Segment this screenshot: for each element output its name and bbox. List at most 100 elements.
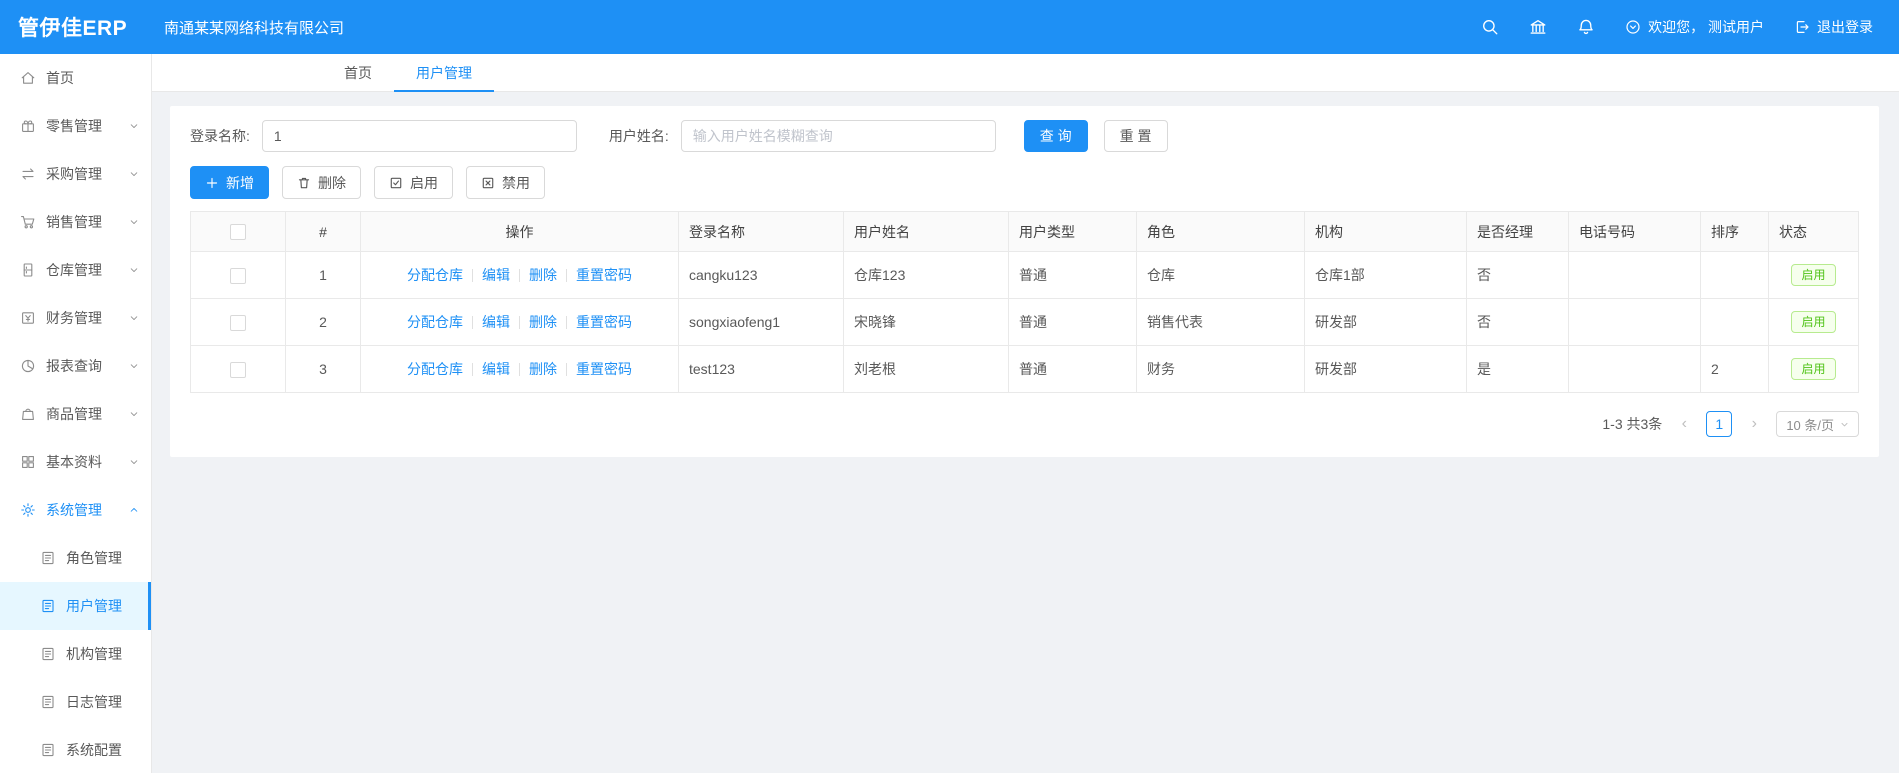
users-table: # 操作 登录名称 用户姓名 用户类型 角色 机构 是否经理 电话号码 排序 状 [190,211,1859,393]
sidebar-item-label: 用户管理 [66,598,122,614]
delete-link[interactable]: 删除 [529,314,557,330]
sidebar-item-label: 基本资料 [46,454,102,470]
tab-user-mgmt[interactable]: 用户管理 [394,54,494,92]
bank-icon[interactable] [1529,18,1547,36]
plus-icon [206,177,218,188]
add-label: 新增 [226,174,254,191]
chevron-down-icon [129,121,139,131]
delete-link[interactable]: 删除 [529,267,557,283]
reset-password-link[interactable]: 重置密码 [576,314,632,330]
sidebar-item-label: 首页 [46,70,74,86]
assign-warehouse-link[interactable]: 分配仓库 [407,361,463,377]
search-icon[interactable] [1481,18,1499,36]
user-name-input[interactable] [680,120,996,152]
table-row: 1 分配仓库 编辑 删除 重置密码 cangku123 仓库123 普通 仓库 仓库1… [190,251,1859,299]
table-row: 2 分配仓库 编辑 删除 重置密码 songxiaofeng1 宋晓锋 普通 销售代表… [190,298,1859,346]
sidebar-item-label: 角色管理 [66,550,122,566]
delete-link[interactable]: 删除 [529,361,557,377]
row-checkbox[interactable] [230,314,246,331]
assign-warehouse-link[interactable]: 分配仓库 [407,314,463,330]
cell-phone [1568,298,1701,346]
cell-org: 仓库1部 [1304,251,1467,299]
sidebar-item-label: 财务管理 [46,310,102,326]
logout-button[interactable]: 退出登录 [1794,17,1873,37]
user-name-label: 用户姓名: [608,128,669,144]
sidebar-item-retail[interactable]: 零售管理 [0,102,151,150]
reset-password-link[interactable]: 重置密码 [576,361,632,377]
row-checkbox[interactable] [230,361,246,378]
sidebar-item-system[interactable]: 系统管理 [0,486,151,534]
user-menu[interactable]: 欢迎您， 测试用户 [1625,17,1764,37]
cell-role: 仓库 [1136,251,1305,299]
sidebar-item-reports[interactable]: 报表查询 [0,342,151,390]
assign-warehouse-link[interactable]: 分配仓库 [407,267,463,283]
sidebar-item-sys-config[interactable]: 系统配置 [0,726,151,773]
reset-password-link[interactable]: 重置密码 [576,267,632,283]
edit-link[interactable]: 编辑 [482,267,510,283]
sidebar-item-label: 系统配置 [66,742,122,758]
chevron-down-icon [129,409,139,419]
sidebar-item-log-mgmt[interactable]: 日志管理 [0,678,151,726]
sidebar-item-finance[interactable]: 财务管理 [0,294,151,342]
table-row: 3 分配仓库 编辑 删除 重置密码 test123 刘老根 普通 财务 研发部 是 [190,345,1859,393]
page-content: 登录名称: 用户姓名: 查 询 重 置 新增 [152,92,1899,773]
reset-button[interactable]: 重 置 [1103,120,1168,152]
edit-link[interactable]: 编辑 [482,314,510,330]
cell-actions: 分配仓库 编辑 删除 重置密码 [360,345,679,393]
sidebar-item-label: 销售管理 [46,214,102,230]
chevron-down-icon [129,457,139,467]
document-icon [40,742,56,758]
cell-name: 仓库123 [843,251,1009,299]
report-icon [20,358,36,374]
edit-link[interactable]: 编辑 [482,361,510,377]
page-size-select[interactable]: 10 条/页 [1776,411,1859,437]
col-phone: 电话号码 [1568,211,1701,252]
bell-icon[interactable] [1577,18,1595,36]
sidebar-item-role-mgmt[interactable]: 角色管理 [0,534,151,582]
filter-row: 登录名称: 用户姓名: 查 询 重 置 [190,120,1859,152]
sidebar-item-label: 商品管理 [46,406,102,422]
table-header-row: # 操作 登录名称 用户姓名 用户类型 角色 机构 是否经理 电话号码 排序 状 [190,211,1859,252]
login-name-input[interactable] [261,120,577,152]
enable-button[interactable]: 启用 [374,166,453,199]
cell-index: 3 [285,345,361,393]
sidebar-item-products[interactable]: 商品管理 [0,390,151,438]
add-button[interactable]: 新增 [190,166,269,199]
document-icon [40,646,56,662]
disable-button[interactable]: 禁用 [466,166,545,199]
sidebar: 首页 零售管理 采购管理 销售管理 仓库管理 财务管理 报表查询 商品管理 基本… [0,54,152,773]
app-logo: 管伊佳ERP [18,17,128,40]
sidebar-item-sales[interactable]: 销售管理 [0,198,151,246]
user-mgmt-card: 登录名称: 用户姓名: 查 询 重 置 新增 [170,106,1879,457]
chevron-down-icon [129,265,139,275]
prev-page-button[interactable]: ‹ [1672,411,1696,437]
col-role: 角色 [1136,211,1305,252]
cell-sort [1700,251,1769,299]
sidebar-item-label: 采购管理 [46,166,102,182]
tab-home[interactable]: 首页 [322,54,394,91]
select-all-checkbox[interactable] [230,224,246,241]
sidebar-item-basic-data[interactable]: 基本资料 [0,438,151,486]
sidebar-item-home[interactable]: 首页 [0,54,151,102]
col-login: 登录名称 [678,211,844,252]
sidebar-item-org-mgmt[interactable]: 机构管理 [0,630,151,678]
sidebar-item-label: 仓库管理 [46,262,102,278]
pagination-total: 1-3 共3条 [1602,416,1663,432]
chevron-up-icon [129,505,139,515]
sidebar-item-user-mgmt[interactable]: 用户管理 [0,582,151,630]
sidebar-item-label: 机构管理 [66,646,122,662]
row-checkbox[interactable] [230,267,246,284]
delete-button[interactable]: 删除 [282,166,361,199]
chevron-down-icon [129,169,139,179]
user-circle-icon [1625,19,1641,35]
search-button[interactable]: 查 询 [1023,120,1088,152]
purchase-icon [20,166,36,182]
trash-icon [298,177,310,188]
login-name-label: 登录名称: [190,128,250,144]
next-page-button[interactable]: › [1742,411,1766,437]
sidebar-item-purchase[interactable]: 采购管理 [0,150,151,198]
current-page-button[interactable]: 1 [1706,411,1733,437]
sidebar-item-warehouse[interactable]: 仓库管理 [0,246,151,294]
cell-phone [1568,345,1701,393]
home-icon [20,70,36,86]
